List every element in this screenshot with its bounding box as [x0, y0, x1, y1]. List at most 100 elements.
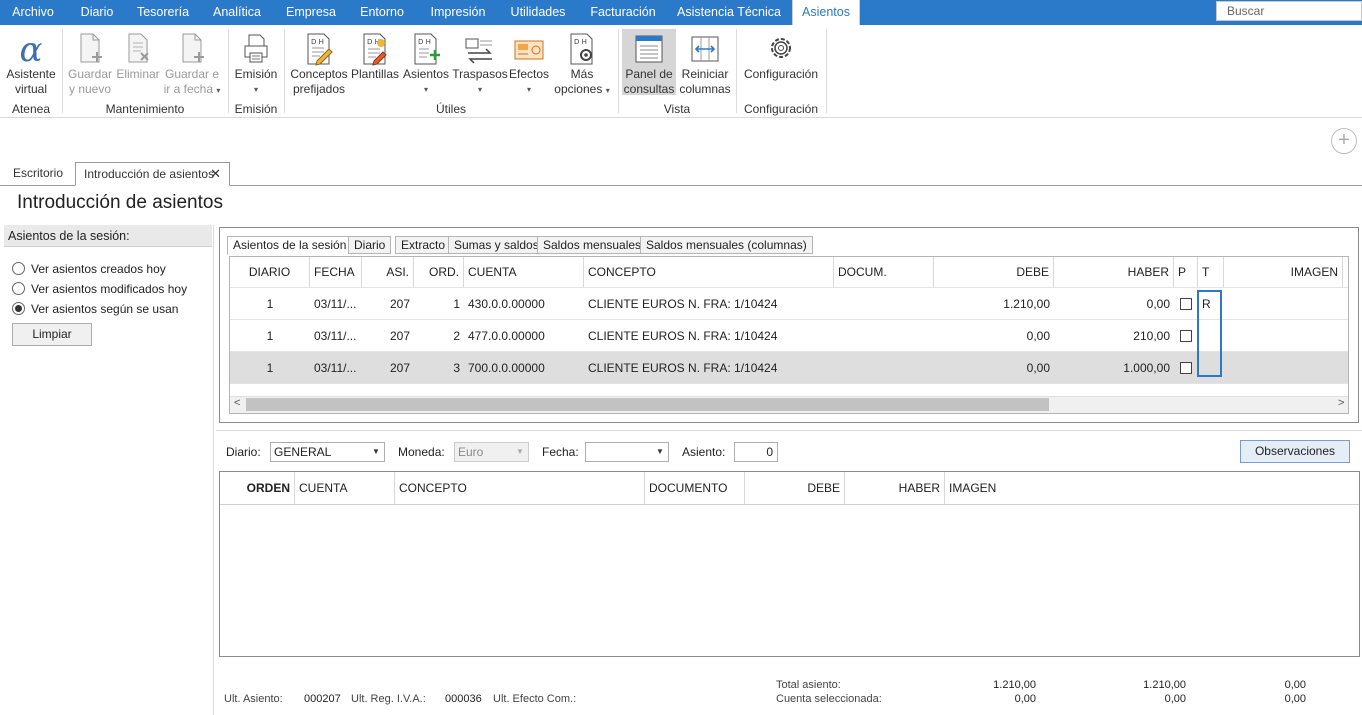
cell-asi[interactable]: 207	[362, 352, 414, 384]
cell-asi[interactable]: 207	[362, 288, 414, 320]
cell-asi[interactable]: 207	[362, 320, 414, 352]
col-fecha[interactable]: FECHA	[310, 257, 362, 288]
radio-segun-se-usan[interactable]	[12, 302, 25, 315]
cell-ord[interactable]: 1	[414, 288, 464, 320]
efectos-button[interactable]: Efectos ▾	[508, 31, 550, 97]
menu-asientos[interactable]: Asientos	[792, 0, 860, 25]
search-input[interactable]: Buscar	[1216, 1, 1362, 21]
tab-diario[interactable]: Diario	[348, 236, 392, 254]
col-concepto[interactable]: CONCEPTO	[584, 257, 834, 288]
menu-empresa[interactable]: Empresa	[280, 0, 342, 25]
radio-creados-label[interactable]: Ver asientos creados hoy	[31, 262, 166, 276]
cell-docum[interactable]	[834, 288, 934, 320]
configuracion-button[interactable]: Configuración	[740, 31, 822, 82]
reiniciar-columnas-button[interactable]: Reiniciar columnas	[678, 31, 732, 97]
tab-sumas-saldos[interactable]: Sumas y saldos	[448, 236, 545, 254]
menu-archivo[interactable]: Archivo	[6, 0, 60, 25]
add-circle-icon[interactable]: +	[1331, 128, 1357, 154]
cell-fecha[interactable]: 03/11/...	[310, 320, 362, 352]
col-t[interactable]: T	[1198, 257, 1224, 288]
limpiar-button[interactable]: Limpiar	[12, 323, 92, 346]
menu-impresion[interactable]: Impresión	[422, 0, 494, 25]
tab-escritorio[interactable]: Escritorio	[13, 162, 63, 186]
traspasos-button[interactable]: Traspasos ▾	[452, 31, 508, 97]
close-icon[interactable]: ✕	[210, 163, 221, 185]
cell-diario[interactable]: 1	[230, 352, 310, 384]
menu-entorno[interactable]: Entorno	[354, 0, 410, 25]
cell-haber[interactable]: 210,00	[1054, 320, 1174, 352]
col-haber[interactable]: HABER	[1054, 257, 1174, 288]
cell-concepto[interactable]: CLIENTE EUROS N. FRA: 1/10424	[584, 288, 834, 320]
scroll-left-icon[interactable]: <	[234, 397, 240, 409]
cell-docum[interactable]	[834, 320, 934, 352]
cell-diario[interactable]: 1	[230, 320, 310, 352]
guardar-nuevo-button[interactable]: Guardar y nuevo	[66, 31, 114, 97]
cell-fecha[interactable]: 03/11/...	[310, 288, 362, 320]
lcol-concepto[interactable]: CONCEPTO	[395, 472, 645, 504]
checkbox-p[interactable]	[1180, 330, 1192, 342]
radio-creados-hoy[interactable]	[12, 262, 25, 275]
tab-asientos-sesion[interactable]: Asientos de la sesión	[227, 236, 353, 255]
col-p[interactable]: P	[1174, 257, 1198, 288]
lcol-debe[interactable]: DEBE	[745, 472, 845, 504]
conceptos-prefijados-button[interactable]: D H Conceptos prefijados	[288, 31, 350, 97]
cell-haber[interactable]: 0,00	[1054, 288, 1174, 320]
menu-facturacion[interactable]: Facturación	[584, 0, 662, 25]
menu-analitica[interactable]: Analítica	[206, 0, 268, 25]
cell-debe[interactable]: 1.210,00	[934, 288, 1054, 320]
cell-diario[interactable]: 1	[230, 288, 310, 320]
cell-cuenta[interactable]: 700.0.0.00000	[464, 352, 584, 384]
col-docum[interactable]: DOCUM.	[834, 257, 934, 288]
diario-select[interactable]: GENERAL ▼	[270, 442, 385, 462]
plantillas-button[interactable]: D H Plantillas	[350, 31, 400, 82]
horizontal-splitter[interactable]	[216, 430, 1362, 431]
cell-concepto[interactable]: CLIENTE EUROS N. FRA: 1/10424	[584, 320, 834, 352]
observaciones-button[interactable]: Observaciones	[1240, 440, 1350, 463]
col-cuenta[interactable]: CUENTA	[464, 257, 584, 288]
panel-splitter[interactable]	[213, 225, 214, 715]
menu-utilidades[interactable]: Utilidades	[504, 0, 572, 25]
guardar-ir-fecha-button[interactable]: Guardar e ir a fecha ▾	[162, 31, 222, 98]
tab-introduccion-asientos[interactable]: Introducción de asientos ✕	[75, 162, 230, 186]
col-debe[interactable]: DEBE	[934, 257, 1054, 288]
menu-diario[interactable]: Diario	[68, 0, 126, 25]
cell-debe[interactable]: 0,00	[934, 320, 1054, 352]
fecha-picker[interactable]: ▼	[585, 442, 669, 462]
menu-asistencia-tecnica[interactable]: Asistencia Técnica	[674, 0, 784, 25]
cell-fecha[interactable]: 03/11/...	[310, 352, 362, 384]
asistente-virtual-button[interactable]: α Asistente virtual	[4, 31, 58, 97]
cell-imagen[interactable]	[1224, 352, 1343, 384]
col-asi[interactable]: ASI.	[362, 257, 414, 288]
asiento-input[interactable]: 0	[734, 442, 778, 462]
eliminar-button[interactable]: Eliminar	[116, 31, 160, 82]
cell-ord[interactable]: 2	[414, 320, 464, 352]
tab-saldos-mensuales[interactable]: Saldos mensuales	[537, 236, 648, 254]
lcol-cuenta[interactable]: CUENTA	[295, 472, 395, 504]
radio-modificados-hoy[interactable]	[12, 282, 25, 295]
cell-debe[interactable]: 0,00	[934, 352, 1054, 384]
tab-saldos-mensuales-columnas[interactable]: Saldos mensuales (columnas)	[640, 236, 813, 254]
cell-imagen[interactable]	[1224, 320, 1343, 352]
radio-segun-label[interactable]: Ver asientos según se usan	[31, 302, 178, 316]
checkbox-p[interactable]	[1180, 362, 1192, 374]
cell-ord[interactable]: 3	[414, 352, 464, 384]
lcol-haber[interactable]: HABER	[845, 472, 945, 504]
emision-button[interactable]: Emisión ▾	[232, 31, 280, 97]
cell-haber[interactable]: 1.000,00	[1054, 352, 1174, 384]
asientos-button[interactable]: D H Asientos ▾	[402, 31, 450, 97]
col-diario[interactable]: DIARIO	[230, 257, 310, 288]
tab-extracto[interactable]: Extracto	[395, 236, 452, 254]
scroll-right-icon[interactable]: >	[1338, 397, 1344, 409]
moneda-select[interactable]: Euro ▼	[454, 442, 529, 462]
menu-tesoreria[interactable]: Tesorería	[132, 0, 194, 25]
lcol-documento[interactable]: DOCUMENTO	[645, 472, 745, 504]
cell-cuenta[interactable]: 477.0.0.00000	[464, 320, 584, 352]
checkbox-p[interactable]	[1180, 298, 1192, 310]
col-ord[interactable]: ORD.	[414, 257, 464, 288]
cell-docum[interactable]	[834, 352, 934, 384]
lcol-orden[interactable]: ORDEN	[220, 472, 295, 504]
cell-imagen[interactable]	[1224, 288, 1343, 320]
cell-concepto[interactable]: CLIENTE EUROS N. FRA: 1/10424	[584, 352, 834, 384]
col-imagen[interactable]: IMAGEN	[1224, 257, 1343, 288]
panel-consultas-button[interactable]: Panel de consultas	[622, 29, 676, 96]
